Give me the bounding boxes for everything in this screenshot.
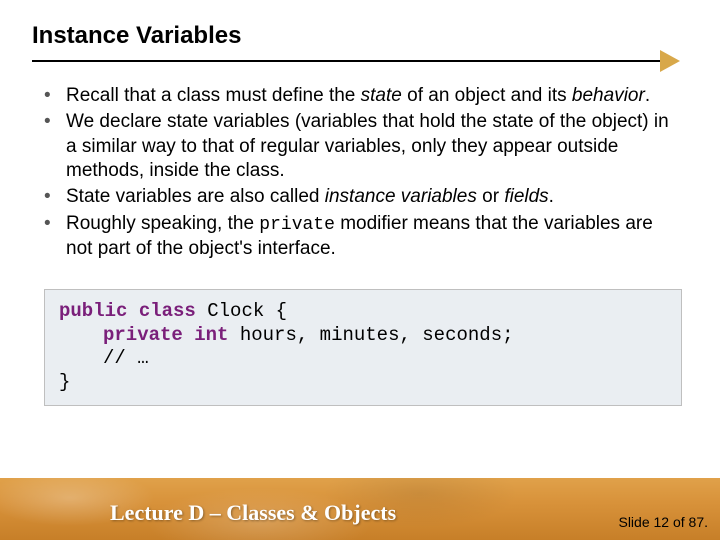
- text: or: [477, 186, 504, 207]
- bullet-list: Recall that a class must define the stat…: [44, 84, 680, 261]
- footer-slide-number: Slide 12 of 87.: [618, 514, 708, 530]
- code-box: public class Clock { private int hours, …: [44, 289, 682, 406]
- title-underline: [32, 56, 690, 70]
- code-line-4: }: [59, 371, 667, 395]
- text: Roughly speaking, the: [66, 213, 259, 234]
- title-area: Instance Variables: [0, 0, 720, 76]
- text: .: [645, 85, 650, 106]
- text: We declare state variables (variables th…: [66, 111, 669, 181]
- code-text: }: [59, 371, 70, 393]
- code-line-3: // …: [59, 347, 667, 371]
- code-text: hours, minutes, seconds;: [228, 324, 513, 346]
- text: .: [549, 186, 554, 207]
- code-line-1: public class Clock {: [59, 300, 667, 324]
- bullet-4: Roughly speaking, the private modifier m…: [44, 212, 680, 261]
- footer-lecture-title: Lecture D – Classes & Objects: [110, 500, 396, 526]
- keyword: public: [59, 300, 127, 322]
- keyword: class: [139, 300, 196, 322]
- underline-line: [32, 60, 678, 62]
- italic-term: state: [361, 85, 402, 106]
- text: Recall that a class must define the: [66, 85, 361, 106]
- bullet-3: State variables are also called instance…: [44, 185, 680, 209]
- bullet-1: Recall that a class must define the stat…: [44, 84, 680, 108]
- footer: Lecture D – Classes & Objects Slide 12 o…: [0, 478, 720, 540]
- bullet-2: We declare state variables (variables th…: [44, 110, 680, 183]
- arrow-icon: [660, 50, 680, 72]
- italic-term: instance variables: [325, 186, 477, 207]
- italic-term: behavior: [572, 85, 645, 106]
- keyword: private: [103, 324, 183, 346]
- code-text: Clock {: [196, 300, 287, 322]
- content-area: Recall that a class must define the stat…: [0, 76, 720, 261]
- code-text: // …: [103, 347, 149, 369]
- text: State variables are also called: [66, 186, 325, 207]
- slide-title: Instance Variables: [32, 22, 690, 50]
- text: of an object and its: [402, 85, 572, 106]
- italic-term: fields: [504, 186, 548, 207]
- keyword: int: [194, 324, 228, 346]
- code-line-2: private int hours, minutes, seconds;: [59, 324, 667, 348]
- slide: { "title": "Instance Variables", "bullet…: [0, 0, 720, 540]
- code-term: private: [259, 215, 335, 235]
